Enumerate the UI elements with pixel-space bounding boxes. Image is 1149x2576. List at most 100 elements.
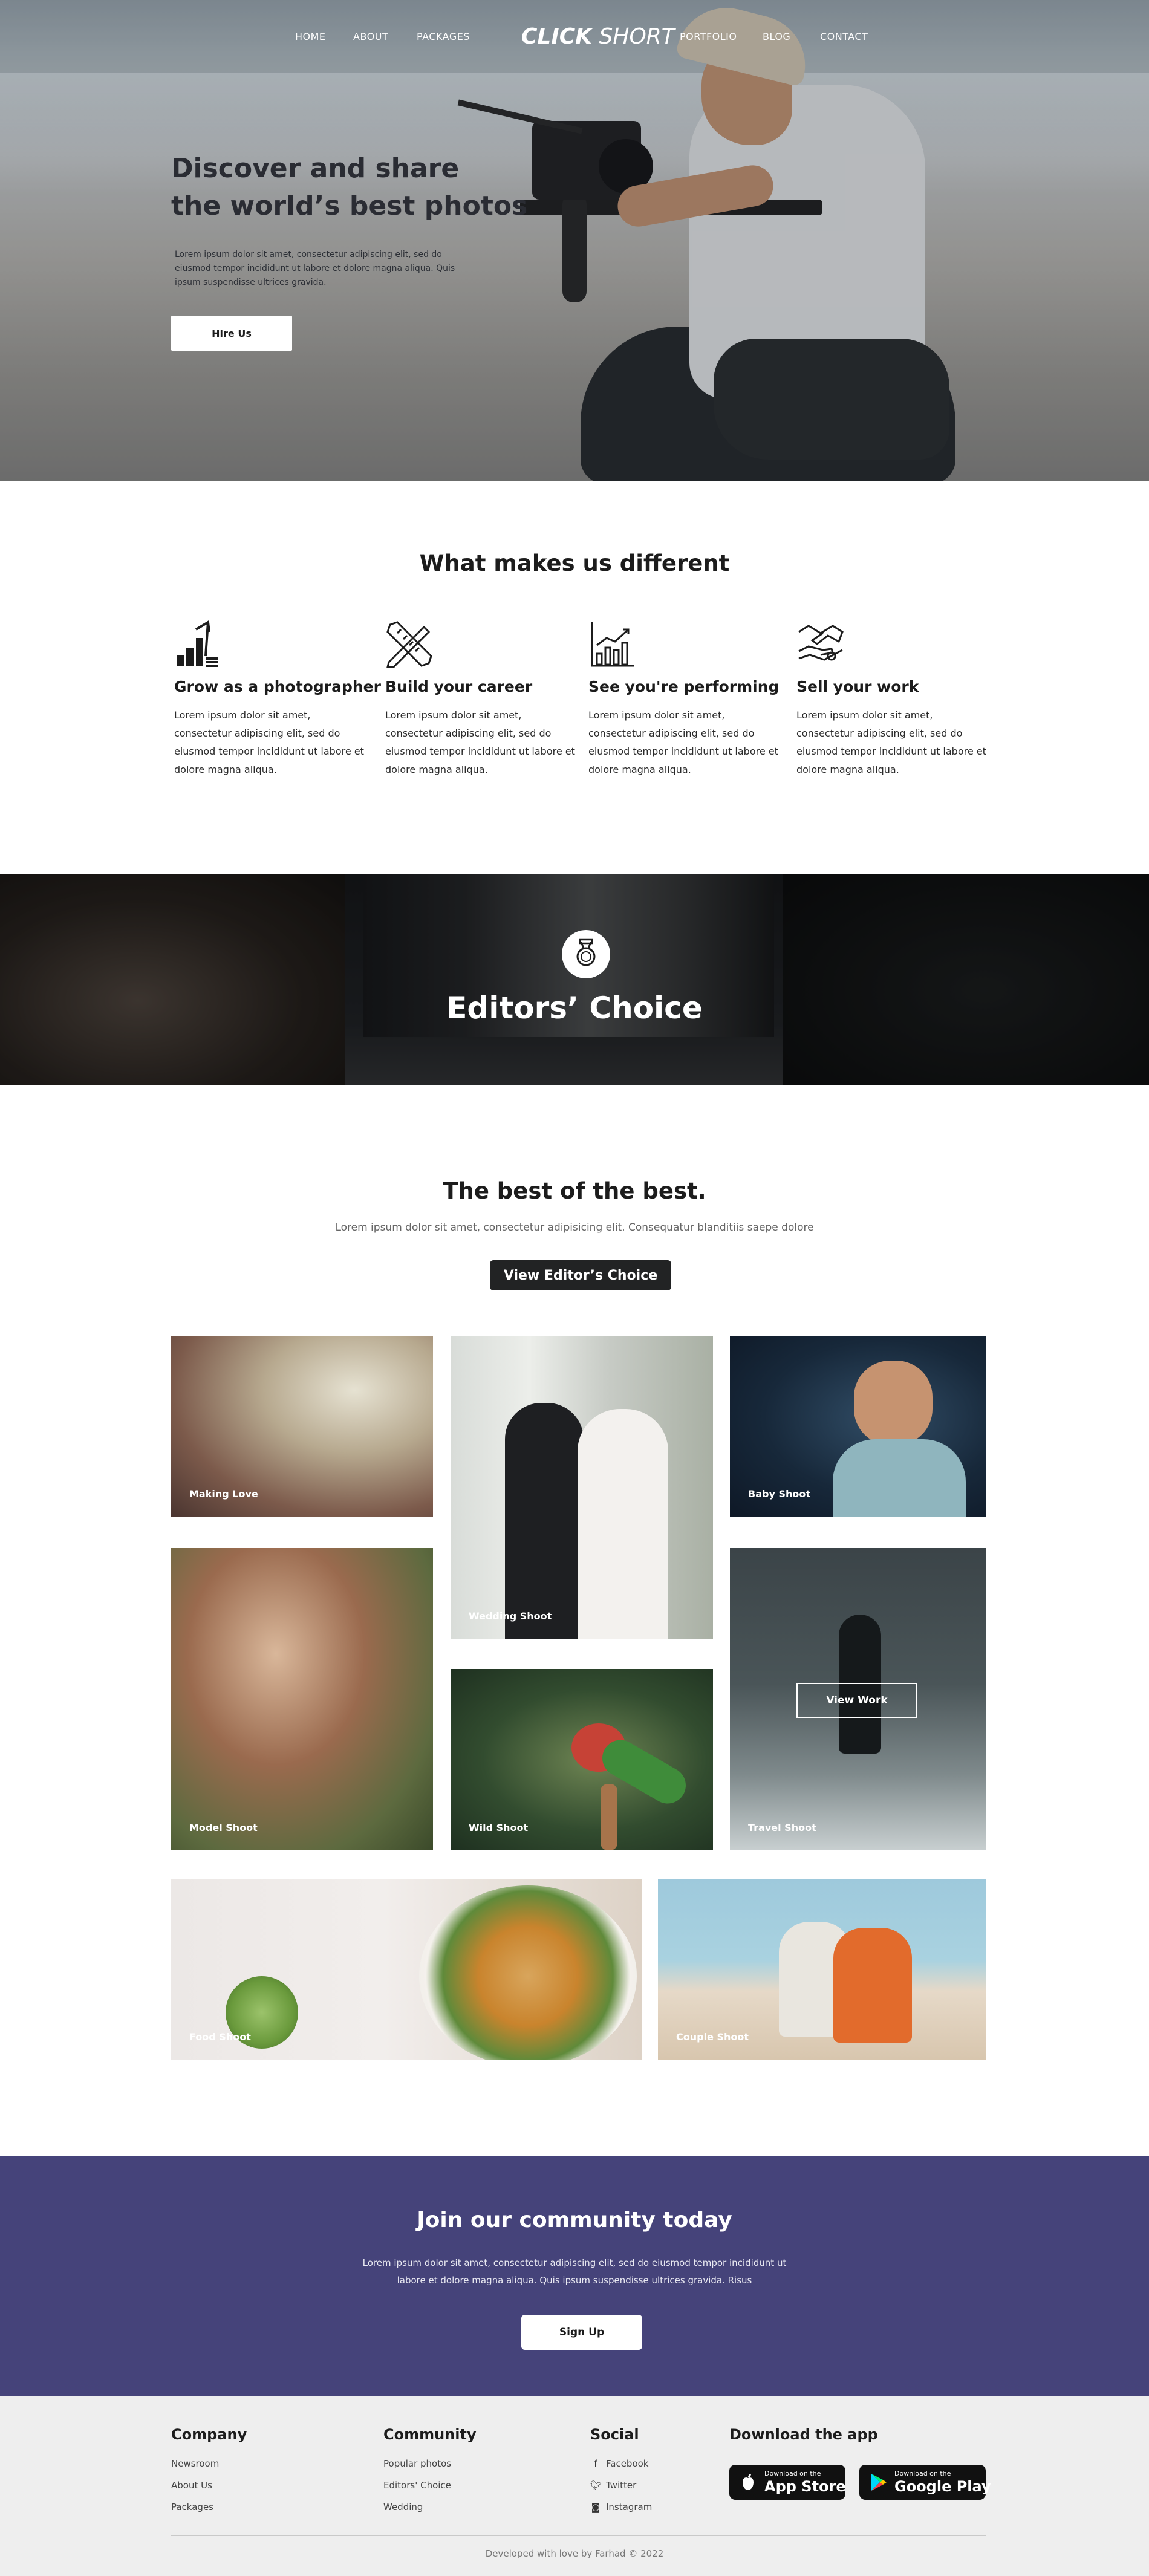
hero-title-line2: the world’s best photos	[171, 190, 528, 221]
feature-title: See you're performing	[588, 678, 780, 695]
nav-link-contact[interactable]: CONTACT	[820, 31, 868, 42]
view-work-button[interactable]: View Work	[796, 1683, 917, 1718]
store-big-text: Google Play	[894, 2478, 991, 2495]
footer-column-title: Community	[383, 2426, 477, 2443]
hero-overlay	[0, 0, 1149, 481]
hero-description: Lorem ipsum dolor sit amet, consectetur …	[175, 250, 455, 287]
editors-choice-title: Editors’ Choice	[446, 990, 703, 1026]
twitter-icon: 🐦︎	[590, 2480, 602, 2491]
feature-title: Build your career	[385, 678, 533, 695]
logo-bold: CLICK	[521, 24, 593, 49]
store-small-text: Download on the	[894, 2470, 951, 2477]
medal-badge	[562, 930, 610, 978]
social-label: Instagram	[606, 2502, 653, 2513]
feature-text: Lorem ipsum dolor sit amet, consectetur …	[174, 709, 364, 775]
join-community-section: Join our community today Lorem ipsum dol…	[0, 2156, 1149, 2396]
store-big-text: App Store	[764, 2478, 846, 2495]
feature-title: Sell your work	[796, 678, 919, 695]
baby-face	[854, 1361, 933, 1445]
footer-link-editors-choice[interactable]: Editors' Choice	[383, 2474, 477, 2496]
medal-icon	[576, 938, 596, 966]
footer-app-column: Download the app	[729, 2426, 878, 2443]
gallery-tile-wedding[interactable]: Wedding Shoot	[451, 1336, 713, 1639]
footer-divider	[171, 2535, 986, 2536]
footer: Company Newsroom About Us Packages Commu…	[0, 2396, 1149, 2576]
footer-column-title: Social	[590, 2426, 639, 2443]
gallery-tile-couple[interactable]: Couple Shoot	[658, 1879, 986, 2060]
wedding-groom	[505, 1403, 584, 1639]
gallery-tile-wild[interactable]: Wild Shoot	[451, 1669, 713, 1850]
best-section-subtitle: Lorem ipsum dolor sit amet, consectetur …	[335, 1221, 814, 1234]
best-section-title: The best of the best.	[443, 1178, 706, 1204]
footer-link-packages[interactable]: Packages	[171, 2496, 247, 2518]
hire-us-button[interactable]: Hire Us	[171, 316, 292, 351]
google-play-button[interactable]: Download on the Google Play	[859, 2465, 991, 2500]
sign-up-button[interactable]: Sign Up	[521, 2315, 642, 2350]
social-label: Twitter	[606, 2480, 637, 2491]
wedding-bride	[578, 1409, 668, 1639]
apple-icon	[743, 2474, 754, 2490]
instagram-icon: ◙	[591, 2502, 601, 2513]
site-logo[interactable]: CLICK SHORT	[521, 24, 675, 49]
top-navigation: HOME ABOUT PACKAGES CLICK SHORT PORTFOLI…	[0, 24, 1149, 49]
footer-social-column: Social f Facebook 🐦︎ Twitter ◙ Instagram	[590, 2426, 652, 2518]
food-bowl	[419, 1885, 637, 2060]
tile-label: Couple Shoot	[676, 2031, 749, 2043]
baby-shirt	[833, 1439, 966, 1517]
nav-link-about[interactable]: ABOUT	[353, 31, 388, 42]
feature-text: Lorem ipsum dolor sit amet, consectetur …	[385, 709, 575, 775]
nav-link-home[interactable]: HOME	[295, 31, 326, 42]
feature-text: Lorem ipsum dolor sit amet, consectetur …	[796, 709, 986, 775]
footer-link-popular-photos[interactable]: Popular photos	[383, 2453, 477, 2474]
different-section-title: What makes us different	[419, 550, 730, 576]
hero-section: HOME ABOUT PACKAGES CLICK SHORT PORTFOLI…	[0, 0, 1149, 481]
feature-text: Lorem ipsum dolor sit amet, consectetur …	[588, 709, 778, 775]
footer-link-about-us[interactable]: About Us	[171, 2474, 247, 2496]
join-title: Join our community today	[417, 2208, 732, 2233]
growth-bars-icon	[177, 620, 218, 667]
pencil-ruler-icon	[386, 621, 432, 668]
nav-link-packages[interactable]: PACKAGES	[417, 31, 470, 42]
tile-label: Wild Shoot	[469, 1822, 529, 1833]
join-text: Lorem ipsum dolor sit amet, consectetur …	[362, 2257, 787, 2286]
feature-sell: Sell your work Lorem ipsum dolor sit ame…	[796, 620, 990, 779]
facebook-icon: f	[594, 2458, 597, 2469]
footer-credit: Developed with love by Farhad © 2022	[485, 2548, 664, 2559]
footer-column-title: Download the app	[729, 2426, 878, 2443]
gallery-tile-model[interactable]: Model Shoot	[171, 1548, 433, 1850]
tile-label: Travel Shoot	[748, 1822, 816, 1833]
footer-company-column: Company Newsroom About Us Packages	[171, 2426, 247, 2518]
footer-link-wedding[interactable]: Wedding	[383, 2496, 477, 2518]
nav-link-blog[interactable]: BLOG	[763, 31, 790, 42]
feature-career: Build your career Lorem ipsum dolor sit …	[385, 620, 579, 779]
tile-label: Model Shoot	[189, 1822, 258, 1833]
couple-woman	[833, 1928, 912, 2043]
tile-label: Baby Shoot	[748, 1488, 810, 1500]
footer-link-newsroom[interactable]: Newsroom	[171, 2453, 247, 2474]
gallery-tile-food[interactable]: Food Shoot	[171, 1879, 642, 2060]
banner-overlay	[0, 874, 1149, 1085]
app-store-button[interactable]: Download on the App Store	[729, 2465, 846, 2500]
feature-grow: Grow as a photographer Lorem ipsum dolor…	[174, 620, 381, 779]
hero-title-line1: Discover and share	[171, 153, 460, 184]
chart-icon	[591, 622, 634, 667]
feature-title: Grow as a photographer	[174, 678, 381, 695]
footer-link-facebook[interactable]: f Facebook	[590, 2453, 652, 2474]
tile-label: Wedding Shoot	[469, 1610, 552, 1622]
view-editors-choice-button[interactable]: View Editor’s Choice	[490, 1260, 671, 1290]
nav-link-portfolio[interactable]: PORTFOLIO	[680, 31, 737, 42]
gallery-tile-travel[interactable]: View Work Travel Shoot	[730, 1548, 986, 1850]
hero-title: Discover and share the world’s best phot…	[171, 150, 558, 225]
store-small-text: Download on the	[764, 2470, 821, 2477]
editors-choice-banner	[0, 874, 1149, 1085]
handshake-icon	[798, 625, 844, 661]
footer-link-instagram[interactable]: ◙ Instagram	[590, 2496, 653, 2518]
gallery-tile-baby[interactable]: Baby Shoot	[730, 1336, 986, 1517]
gallery-tile-making-love[interactable]: Making Love	[171, 1336, 433, 1517]
logo-light: SHORT	[599, 24, 675, 49]
tile-label: Making Love	[189, 1488, 258, 1500]
social-label: Facebook	[606, 2458, 649, 2469]
footer-link-twitter[interactable]: 🐦︎ Twitter	[590, 2474, 652, 2496]
footer-column-title: Company	[171, 2426, 247, 2443]
footer-community-column: Community Popular photos Editors' Choice…	[383, 2426, 477, 2518]
